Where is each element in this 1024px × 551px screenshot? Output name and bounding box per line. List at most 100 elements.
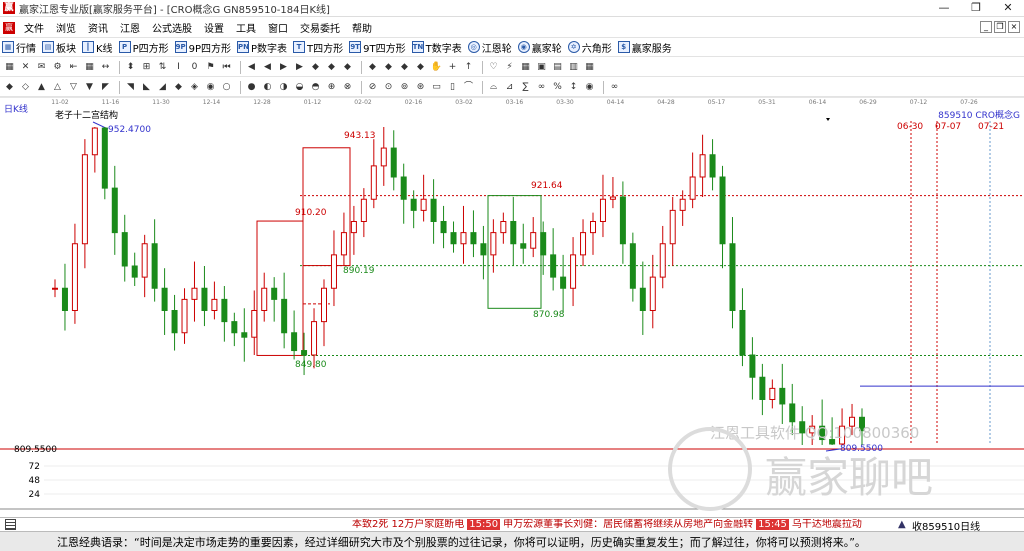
analysis-tool-icon-19[interactable]: ⊕ [325,81,338,94]
draw-tool-icon-27[interactable]: ↑ [462,61,475,74]
analysis-tool-icon-4[interactable]: ▽ [67,81,80,94]
draw-tool-icon-10[interactable]: Ⅰ [172,61,185,74]
menu-file[interactable]: 文件 [18,20,50,35]
toolbar-9p-square-button[interactable]: 9P 9P四方形 [174,40,231,55]
draw-tool-icon-0[interactable]: ▦ [3,61,16,74]
draw-tool-icon-23[interactable]: ◆ [398,61,411,74]
toolbar-block-button[interactable]: ▤ 板块 [42,40,76,55]
toolbar-winner-wheel-button[interactable]: ◉ 赢家轮 [517,40,562,55]
toolbar-p-digit-button[interactable]: PN P数字表 [237,40,287,55]
menu-tools[interactable]: 工具 [230,20,262,35]
analysis-tool-icon-12[interactable]: ◉ [204,81,217,94]
analysis-tool-icon-21[interactable]: ⊘ [366,81,379,94]
analysis-tool-icon-7[interactable]: ◥ [124,81,137,94]
draw-tool-icon-32[interactable]: ▤ [551,61,564,74]
analysis-tool-icon-11[interactable]: ◈ [188,81,201,94]
mdi-close-button[interactable]: × [1008,21,1020,33]
analysis-tool-icon-14[interactable]: ● [245,81,258,94]
status-grid-icon[interactable] [5,519,16,530]
draw-tool-icon-29[interactable]: ⚡ [503,61,516,74]
draw-tool-icon-31[interactable]: ▣ [535,61,548,74]
analysis-tool-icon-3[interactable]: △ [51,81,64,94]
menu-browse[interactable]: 浏览 [50,20,82,35]
draw-tool-icon-7[interactable]: ⬍ [124,61,137,74]
mdi-minimize-button[interactable]: _ [980,21,992,33]
draw-tool-icon-18[interactable]: ◆ [309,61,322,74]
menu-gann[interactable]: 江恩 [114,20,146,35]
analysis-tool-icon-18[interactable]: ◓ [309,81,322,94]
kline-chart-svg[interactable]: 11-02 11-16 11-30 12-14 12-28 01-12 02-02 02-16… [0,96,1024,517]
analysis-tool-icon-32[interactable]: % [551,81,564,94]
draw-tool-icon-13[interactable]: ⏮ [220,61,233,74]
analysis-tool-icon-10[interactable]: ◆ [172,81,185,94]
analysis-tool-icon-15[interactable]: ◐ [261,81,274,94]
draw-tool-icon-20[interactable]: ◆ [341,61,354,74]
analysis-tool-icon-25[interactable]: ▭ [430,81,443,94]
analysis-tool-icon-20[interactable]: ⊗ [341,81,354,94]
draw-tool-icon-33[interactable]: ▥ [567,61,580,74]
analysis-tool-icon-0[interactable]: ◆ [3,81,16,94]
menu-window[interactable]: 窗口 [262,20,294,35]
draw-tool-icon-2[interactable]: ✉ [35,61,48,74]
kline-chart-area[interactable]: 11-02 11-16 11-30 12-14 12-28 01-12 02-02 02-16… [0,96,1024,517]
draw-tool-icon-1[interactable]: ✕ [19,61,32,74]
draw-tool-icon-26[interactable]: + [446,61,459,74]
toolbar-t-digit-button[interactable]: TN T数字表 [411,40,462,55]
toolbar-hexagon-button[interactable]: ✡ 六角形 [567,40,612,55]
draw-tool-icon-34[interactable]: ▦ [583,61,596,74]
analysis-tool-icon-29[interactable]: ⊿ [503,81,516,94]
analysis-tool-icon-31[interactable]: ∞ [535,81,548,94]
menu-settings[interactable]: 设置 [198,20,230,35]
draw-tool-icon-3[interactable]: ⚙ [51,61,64,74]
menu-formula[interactable]: 公式选股 [146,20,198,35]
menu-info[interactable]: 资讯 [82,20,114,35]
analysis-tool-icon-34[interactable]: ◉ [583,81,596,94]
toolbar-t-square-button[interactable]: T T四方形 [293,40,343,55]
draw-tool-icon-12[interactable]: ⚑ [204,61,217,74]
analysis-tool-icon-16[interactable]: ◑ [277,81,290,94]
draw-tool-icon-11[interactable]: 0 [188,61,201,74]
analysis-tool-icon-23[interactable]: ⊚ [398,81,411,94]
draw-tool-icon-14[interactable]: ◀ [245,61,258,74]
toolbar-quotes-button[interactable]: ▦ 行情 [2,40,36,55]
draw-tool-icon-8[interactable]: ⊞ [140,61,153,74]
draw-tool-icon-9[interactable]: ⇅ [156,61,169,74]
analysis-tool-icon-5[interactable]: ▼ [83,81,96,94]
analysis-tool-icon-30[interactable]: ∑ [519,81,532,94]
analysis-tool-icon-26[interactable]: ▯ [446,81,459,94]
close-button[interactable]: ✕ [992,0,1024,17]
toolbar-p-square-button[interactable]: P P四方形 [118,40,169,55]
menu-help[interactable]: 帮助 [346,20,378,35]
analysis-tool-icon-1[interactable]: ◇ [19,81,32,94]
draw-tool-icon-4[interactable]: ⇤ [67,61,80,74]
news-ticker[interactable]: 本致2死 12万户家庭断电 15:50 申万宏源董事长刘健：居民储蓄将继续从房地产向… [352,519,862,531]
analysis-tool-icon-28[interactable]: ⌓ [487,81,500,94]
minimize-button[interactable]: — [928,0,960,17]
draw-tool-icon-22[interactable]: ◆ [382,61,395,74]
analysis-tool-icon-33[interactable]: ↕ [567,81,580,94]
toolbar-kline-button[interactable]: ┃ K线 [82,40,113,55]
analysis-tool-icon-13[interactable]: ○ [220,81,233,94]
draw-tool-icon-16[interactable]: ▶ [277,61,290,74]
toolbar-gann-wheel-button[interactable]: ◎ 江恩轮 [467,40,512,55]
draw-tool-icon-6[interactable]: ↔ [99,61,112,74]
menu-trade[interactable]: 交易委托 [294,20,346,35]
analysis-tool-icon-22[interactable]: ⊙ [382,81,395,94]
toolbar-service-button[interactable]: $ 赢家服务 [617,40,672,55]
analysis-tool-icon-35[interactable]: ∞ [608,81,621,94]
restore-button[interactable]: ❐ [960,0,992,17]
analysis-tool-icon-8[interactable]: ◣ [140,81,153,94]
analysis-tool-icon-27[interactable]: ⌒ [462,81,475,94]
draw-tool-icon-28[interactable]: ♡ [487,61,500,74]
draw-tool-icon-17[interactable]: ▶ [293,61,306,74]
toolbar-9t-square-button[interactable]: 9T 9T四方形 [349,40,406,55]
analysis-tool-icon-2[interactable]: ▲ [35,81,48,94]
draw-tool-icon-5[interactable]: ▦ [83,61,96,74]
analysis-tool-icon-6[interactable]: ◤ [99,81,112,94]
mdi-restore-button[interactable]: ❐ [994,21,1006,33]
analysis-tool-icon-9[interactable]: ◢ [156,81,169,94]
analysis-tool-icon-17[interactable]: ◒ [293,81,306,94]
draw-tool-icon-19[interactable]: ◆ [325,61,338,74]
draw-tool-icon-30[interactable]: ▦ [519,61,532,74]
analysis-tool-icon-24[interactable]: ⊛ [414,81,427,94]
